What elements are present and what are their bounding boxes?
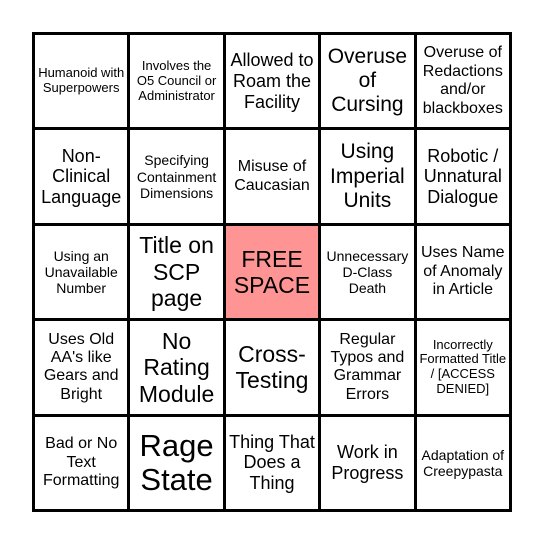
cell-text: Humanoid with Superpowers: [38, 65, 125, 96]
cell-text: Title on SCP page: [139, 232, 214, 312]
bingo-cell[interactable]: Adaptation of Creepypasta: [416, 416, 509, 509]
bingo-cell[interactable]: Using an Unavailable Number: [35, 225, 128, 319]
cell-text: Rage State: [139, 427, 214, 497]
bingo-cell[interactable]: Misuse of Caucasian: [225, 130, 319, 223]
cell-text: FREE SPACE: [233, 245, 311, 298]
bingo-cell[interactable]: Unnecessary D-Class Death: [321, 225, 414, 319]
cell-text: No Rating Module: [138, 327, 215, 407]
bingo-cell[interactable]: Allowed to Roam the Facility: [225, 35, 319, 128]
bingo-cell[interactable]: Humanoid with Superpowers: [35, 35, 128, 128]
bingo-cell[interactable]: Title on SCP page: [130, 225, 223, 319]
bingo-cell[interactable]: Incorrectly Formatted Title / [ACCESS DE…: [416, 321, 509, 414]
bingo-cell[interactable]: Specifying Containment Dimensions: [130, 130, 223, 223]
bingo-cell[interactable]: Work in Progress: [321, 416, 414, 509]
cell-text: Overuse of Redactions and/or blackboxes: [422, 44, 503, 117]
cell-text: Regular Typos and Grammar Errors: [330, 330, 405, 403]
bingo-cell[interactable]: Using Imperial Units: [321, 130, 414, 223]
cell-text: Allowed to Roam the Facility: [230, 50, 314, 112]
cell-text: Specifying Containment Dimensions: [136, 152, 217, 201]
cell-text: Unnecessary D-Class Death: [326, 247, 409, 297]
cell-text: Thing That Does a Thing: [229, 431, 315, 494]
cell-text: Bad or No Text Formatting: [42, 435, 120, 489]
bingo-cell[interactable]: Overuse of Cursing: [321, 35, 414, 128]
bingo-cell[interactable]: Overuse of Redactions and/or blackboxes: [416, 35, 509, 128]
bingo-cell[interactable]: Non-Clinical Language: [35, 130, 128, 223]
cell-text: Adaptation of Creepypasta: [421, 446, 505, 479]
cell-text: Cross-Testing: [235, 340, 309, 394]
bingo-cell[interactable]: Robotic / Unnatural Dialogue: [416, 130, 509, 223]
bingo-board: Humanoid with Superpowers Involves the O…: [32, 32, 512, 512]
bingo-cell[interactable]: No Rating Module: [130, 321, 223, 414]
bingo-cell[interactable]: Cross-Testing: [225, 321, 319, 414]
bingo-cell[interactable]: Thing That Does a Thing: [225, 416, 319, 509]
cell-text: Incorrectly Formatted Title / [ACCESS DE…: [419, 336, 507, 397]
cell-text: Robotic / Unnatural Dialogue: [423, 145, 502, 207]
cell-text: Work in Progress: [331, 442, 404, 483]
bingo-cell[interactable]: Uses Old AA's like Gears and Bright: [35, 321, 128, 414]
cell-text: Non-Clinical Language: [41, 145, 122, 207]
free-space-cell[interactable]: FREE SPACE: [225, 225, 319, 319]
cell-text: Using an Unavailable Number: [44, 247, 118, 297]
bingo-cell[interactable]: Involves the O5 Council or Administrator: [130, 35, 223, 128]
bingo-cell[interactable]: Regular Typos and Grammar Errors: [321, 321, 414, 414]
bingo-cell[interactable]: Bad or No Text Formatting: [35, 416, 128, 509]
cell-text: Misuse of Caucasian: [234, 158, 310, 194]
cell-text: Uses Name of Anomaly in Article: [421, 244, 505, 299]
cell-text: Using Imperial Units: [330, 140, 405, 212]
bingo-cell[interactable]: Rage State: [130, 416, 223, 509]
cell-text: Involves the O5 Council or Administrator: [136, 57, 217, 103]
cell-text: Overuse of Cursing: [327, 44, 408, 117]
bingo-cell[interactable]: Uses Name of Anomaly in Article: [416, 225, 509, 319]
cell-text: Uses Old AA's like Gears and Bright: [43, 330, 119, 403]
